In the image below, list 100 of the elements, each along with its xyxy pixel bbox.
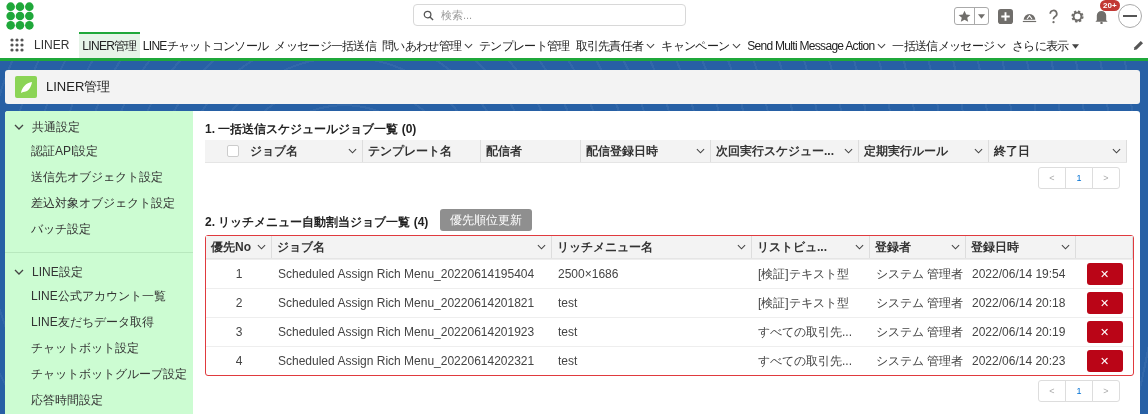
column-header[interactable]: 終了日	[989, 140, 1127, 162]
select-all-checkbox[interactable]	[227, 145, 239, 157]
chevron-down-icon	[537, 244, 546, 250]
notification-badge: 20+	[1100, 0, 1120, 11]
sidebar-link[interactable]: チャットボット設定	[5, 335, 193, 361]
chevron-icon	[14, 124, 24, 130]
chevron-down-icon	[844, 148, 853, 154]
column-header[interactable]: リストビュ...	[752, 236, 870, 258]
column-header[interactable]: 配信登録日時	[581, 140, 711, 162]
table-cell-text: Scheduled Assign Rich Menu_20220614202321	[277, 353, 536, 370]
column-header[interactable]: 次回実行スケジュー...	[711, 140, 859, 162]
page-title: LINER管理	[46, 78, 111, 96]
sidebar-link[interactable]: 応答時間設定	[5, 387, 193, 413]
table-cell-text: システム 管理者	[875, 352, 965, 370]
app-launcher-icon[interactable]	[10, 38, 24, 52]
settings-icon[interactable]	[1070, 8, 1085, 24]
sidebar-link[interactable]: バッチ設定	[5, 216, 193, 242]
chevron-down-icon	[348, 148, 357, 154]
table-cell-text: 1	[234, 266, 244, 283]
sidebar-link[interactable]: LINE公式アカウント一覧	[5, 283, 193, 309]
table-cell-text: 2022/06/14 20:19	[971, 324, 1067, 341]
table-cell-text: すべての取引先...	[757, 323, 853, 341]
chevron-down-icon	[1061, 244, 1070, 250]
leaf-icon	[15, 76, 37, 98]
chevron-down-icon	[732, 43, 742, 49]
favorites-button[interactable]	[954, 7, 989, 25]
column-header[interactable]: テンプレート名	[363, 140, 481, 162]
table-cell-text: 2022/06/14 19:54	[971, 266, 1067, 283]
app-logo-icon	[6, 2, 34, 30]
nav-tab[interactable]: キャンペーン	[658, 32, 745, 58]
nav-tab[interactable]: 問いあわせ管理	[379, 32, 477, 58]
section-toggle[interactable]: LINE設定	[5, 261, 193, 283]
table-cell-text: 2022/06/14 20:23	[971, 353, 1067, 370]
bell-icon[interactable]	[1094, 8, 1109, 24]
delete-button[interactable]: ✕	[1086, 292, 1123, 314]
caret-icon	[1071, 43, 1079, 49]
nav-tab[interactable]: テンプレート管理	[476, 32, 573, 58]
chevron-down-icon	[951, 244, 960, 250]
table-cell-text: 3	[234, 324, 244, 341]
avatar[interactable]	[1118, 4, 1142, 28]
nav-tab[interactable]: LINEチャットコンソール	[139, 32, 272, 58]
sidebar-link[interactable]: チャットボットグループ設定	[5, 361, 193, 387]
table-cell-text: [検証]テキスト型	[757, 294, 850, 312]
chevron-down-icon	[696, 148, 705, 154]
chevron-down-icon	[646, 43, 656, 49]
nav-tab[interactable]: LINER管理	[79, 32, 140, 58]
sidebar-link[interactable]: 差込対象オブジェクト設定	[5, 190, 193, 216]
table-cell-text: test	[557, 324, 579, 341]
table-cell-text: 4	[234, 353, 244, 370]
chevron-down-icon	[997, 43, 1007, 49]
table-cell-text: 2022/06/14 20:18	[971, 295, 1067, 312]
section-title: 1. 一括送信スケジュールジョブ一覧 (0)	[205, 121, 418, 138]
column-header[interactable]: 定期実行ルール	[859, 140, 989, 162]
search-field[interactable]: 検索...	[413, 4, 686, 26]
edit-icon[interactable]	[1133, 39, 1144, 51]
delete-button[interactable]: ✕	[1086, 263, 1123, 285]
page-number-button[interactable]: 1	[1065, 380, 1093, 402]
help-icon[interactable]	[1046, 8, 1061, 24]
delete-button[interactable]: ✕	[1086, 321, 1123, 343]
nav-tab[interactable]: メッセージ一括送信	[271, 32, 380, 58]
column-header[interactable]: 優先No	[206, 236, 272, 258]
table-cell-text: test	[557, 295, 579, 312]
page-number-button[interactable]: 1	[1065, 167, 1093, 189]
table-cell-text: Scheduled Assign Rich Menu_20220614201923	[277, 324, 536, 341]
chevron-icon	[14, 269, 24, 275]
table-cell-text: [検証]テキスト型	[757, 265, 850, 283]
sidebar-link[interactable]: 送信先オブジェクト設定	[5, 164, 193, 190]
delete-button[interactable]: ✕	[1086, 350, 1123, 372]
chevron-down-icon	[877, 43, 887, 49]
chevron-down-icon	[1112, 148, 1121, 154]
column-header[interactable]: ジョブ名	[245, 140, 363, 162]
sidebar-link[interactable]: 認証API設定	[5, 138, 193, 164]
sidebar-link[interactable]: LINE友だちデータ取得	[5, 309, 193, 335]
nav-tab[interactable]: 一括送信メッセージ	[889, 32, 1010, 58]
column-header[interactable]: リッチメニュー名	[552, 236, 752, 258]
chevron-down-icon	[855, 244, 864, 250]
nav-tab[interactable]: さらに表示	[1009, 32, 1082, 58]
section-toggle[interactable]: 共通設定	[5, 116, 193, 138]
table-cell-text: 2	[234, 295, 244, 312]
table-cell-text: test	[557, 353, 579, 370]
table-cell-text: Scheduled Assign Rich Menu_20220614195404	[277, 266, 536, 283]
nav-tab[interactable]: Send Multi Message Action	[744, 32, 890, 58]
section-title: 2. リッチメニュー自動割当ジョブ一覧 (4)	[205, 213, 429, 231]
column-header[interactable]: 登録者	[870, 236, 966, 258]
caret-icon	[978, 13, 985, 19]
table-cell-text: システム 管理者	[875, 323, 965, 341]
table-cell-text: システム 管理者	[875, 294, 965, 312]
chevron-down-icon	[737, 244, 746, 250]
table-cell-text: 2500×1686	[557, 266, 620, 283]
chevron-down-icon	[974, 148, 983, 154]
app-name: LINER	[34, 38, 70, 52]
column-header[interactable]: ジョブ名	[272, 236, 552, 258]
column-header[interactable]: 登録日時	[966, 236, 1076, 258]
nav-tab[interactable]: 取引先責任者	[572, 32, 659, 58]
column-header[interactable]: 配信者	[481, 140, 581, 162]
search-icon	[423, 10, 434, 21]
table-cell-text: Scheduled Assign Rich Menu_20220614201821	[277, 295, 536, 312]
chevron-down-icon	[464, 43, 474, 49]
table-cell-text: システム 管理者	[875, 265, 965, 283]
add-icon[interactable]	[998, 8, 1013, 24]
